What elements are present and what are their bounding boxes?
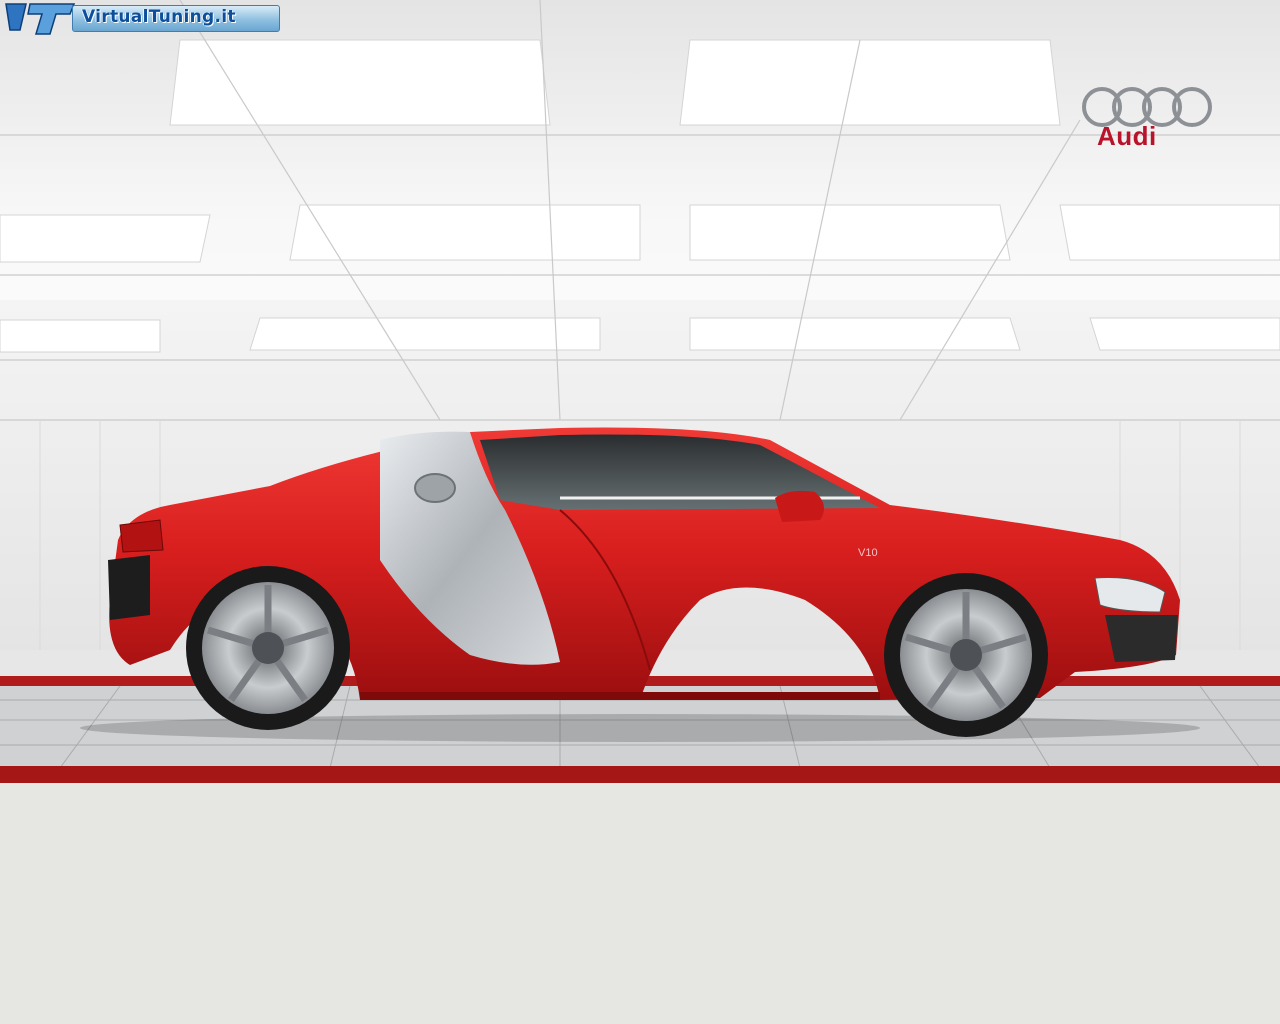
v10-badge: V10 [858,547,878,559]
rear-wheel [186,566,350,730]
audi-wordmark: Audi [1097,121,1157,151]
front-wheel [884,573,1048,737]
blank-lower-area [0,783,1280,1024]
virtualtuning-watermark: VirtualTuning.it [0,0,282,38]
watermark-text: VirtualTuning.it [82,7,236,27]
vt-monogram-icon [5,3,76,35]
